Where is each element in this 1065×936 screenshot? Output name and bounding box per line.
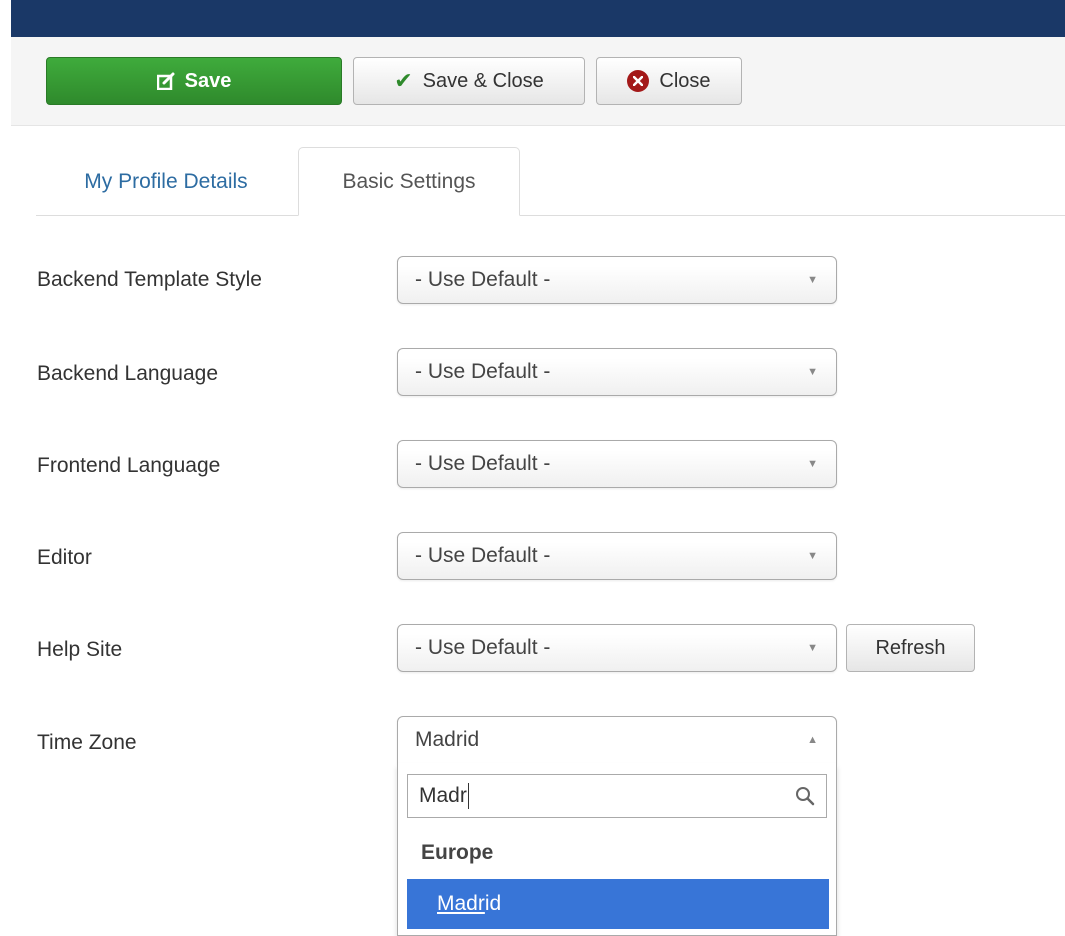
backend-template-style-select[interactable]: - Use Default - ▼: [397, 256, 837, 304]
search-icon: [796, 787, 815, 806]
frontend-language-value: - Use Default -: [415, 452, 551, 475]
time-zone-select[interactable]: Madrid ▲: [397, 716, 837, 764]
save-button[interactable]: Save: [46, 57, 342, 105]
text-caret: [467, 783, 469, 809]
tab-my-profile-details[interactable]: My Profile Details: [40, 147, 292, 216]
backend-template-style-label: Backend Template Style: [37, 268, 262, 291]
close-circle-icon: [627, 70, 650, 92]
save-button-label: Save: [184, 69, 232, 92]
backend-template-style-value: - Use Default -: [415, 268, 551, 291]
checkmark-icon: ✔: [394, 68, 413, 93]
frontend-language-label: Frontend Language: [37, 454, 221, 477]
chevron-down-icon: ▼: [807, 366, 818, 378]
chevron-down-icon: ▼: [807, 642, 818, 654]
chevron-down-icon: ▼: [807, 274, 818, 286]
help-site-select[interactable]: - Use Default - ▼: [397, 624, 837, 672]
time-zone-search-input[interactable]: Madr: [407, 774, 827, 818]
tab-basic-settings[interactable]: Basic Settings: [298, 147, 520, 216]
chevron-up-icon: ▲: [807, 734, 818, 746]
refresh-button[interactable]: Refresh: [846, 624, 975, 672]
chevron-down-icon: ▼: [807, 458, 818, 470]
save-and-close-label: Save & Close: [422, 69, 544, 92]
close-label: Close: [659, 69, 711, 92]
edit-icon: [156, 72, 175, 90]
editor-select[interactable]: - Use Default - ▼: [397, 532, 837, 580]
option-rest-text: id: [484, 892, 502, 915]
help-site-value: - Use Default -: [415, 636, 551, 659]
editor-label: Editor: [37, 546, 92, 569]
frontend-language-select[interactable]: - Use Default - ▼: [397, 440, 837, 488]
save-and-close-button[interactable]: ✔ Save & Close: [353, 57, 585, 105]
option-madrid[interactable]: Madr id: [407, 879, 829, 929]
help-site-label: Help Site: [37, 638, 123, 661]
backend-language-select[interactable]: - Use Default - ▼: [397, 348, 837, 396]
backend-language-value: - Use Default -: [415, 360, 551, 383]
time-zone-dropdown: Madr Europe Madr id: [397, 763, 837, 936]
option-match-text: Madr: [437, 892, 485, 915]
time-zone-label: Time Zone: [37, 731, 137, 754]
search-text: Madr: [419, 784, 467, 807]
admin-header-bar: [11, 0, 1065, 37]
option-group-europe: Europe: [421, 841, 494, 864]
backend-language-label: Backend Language: [37, 362, 218, 385]
chevron-down-icon: ▼: [807, 550, 818, 562]
time-zone-value: Madrid: [415, 728, 480, 751]
close-button[interactable]: Close: [596, 57, 742, 105]
editor-value: - Use Default -: [415, 544, 551, 567]
